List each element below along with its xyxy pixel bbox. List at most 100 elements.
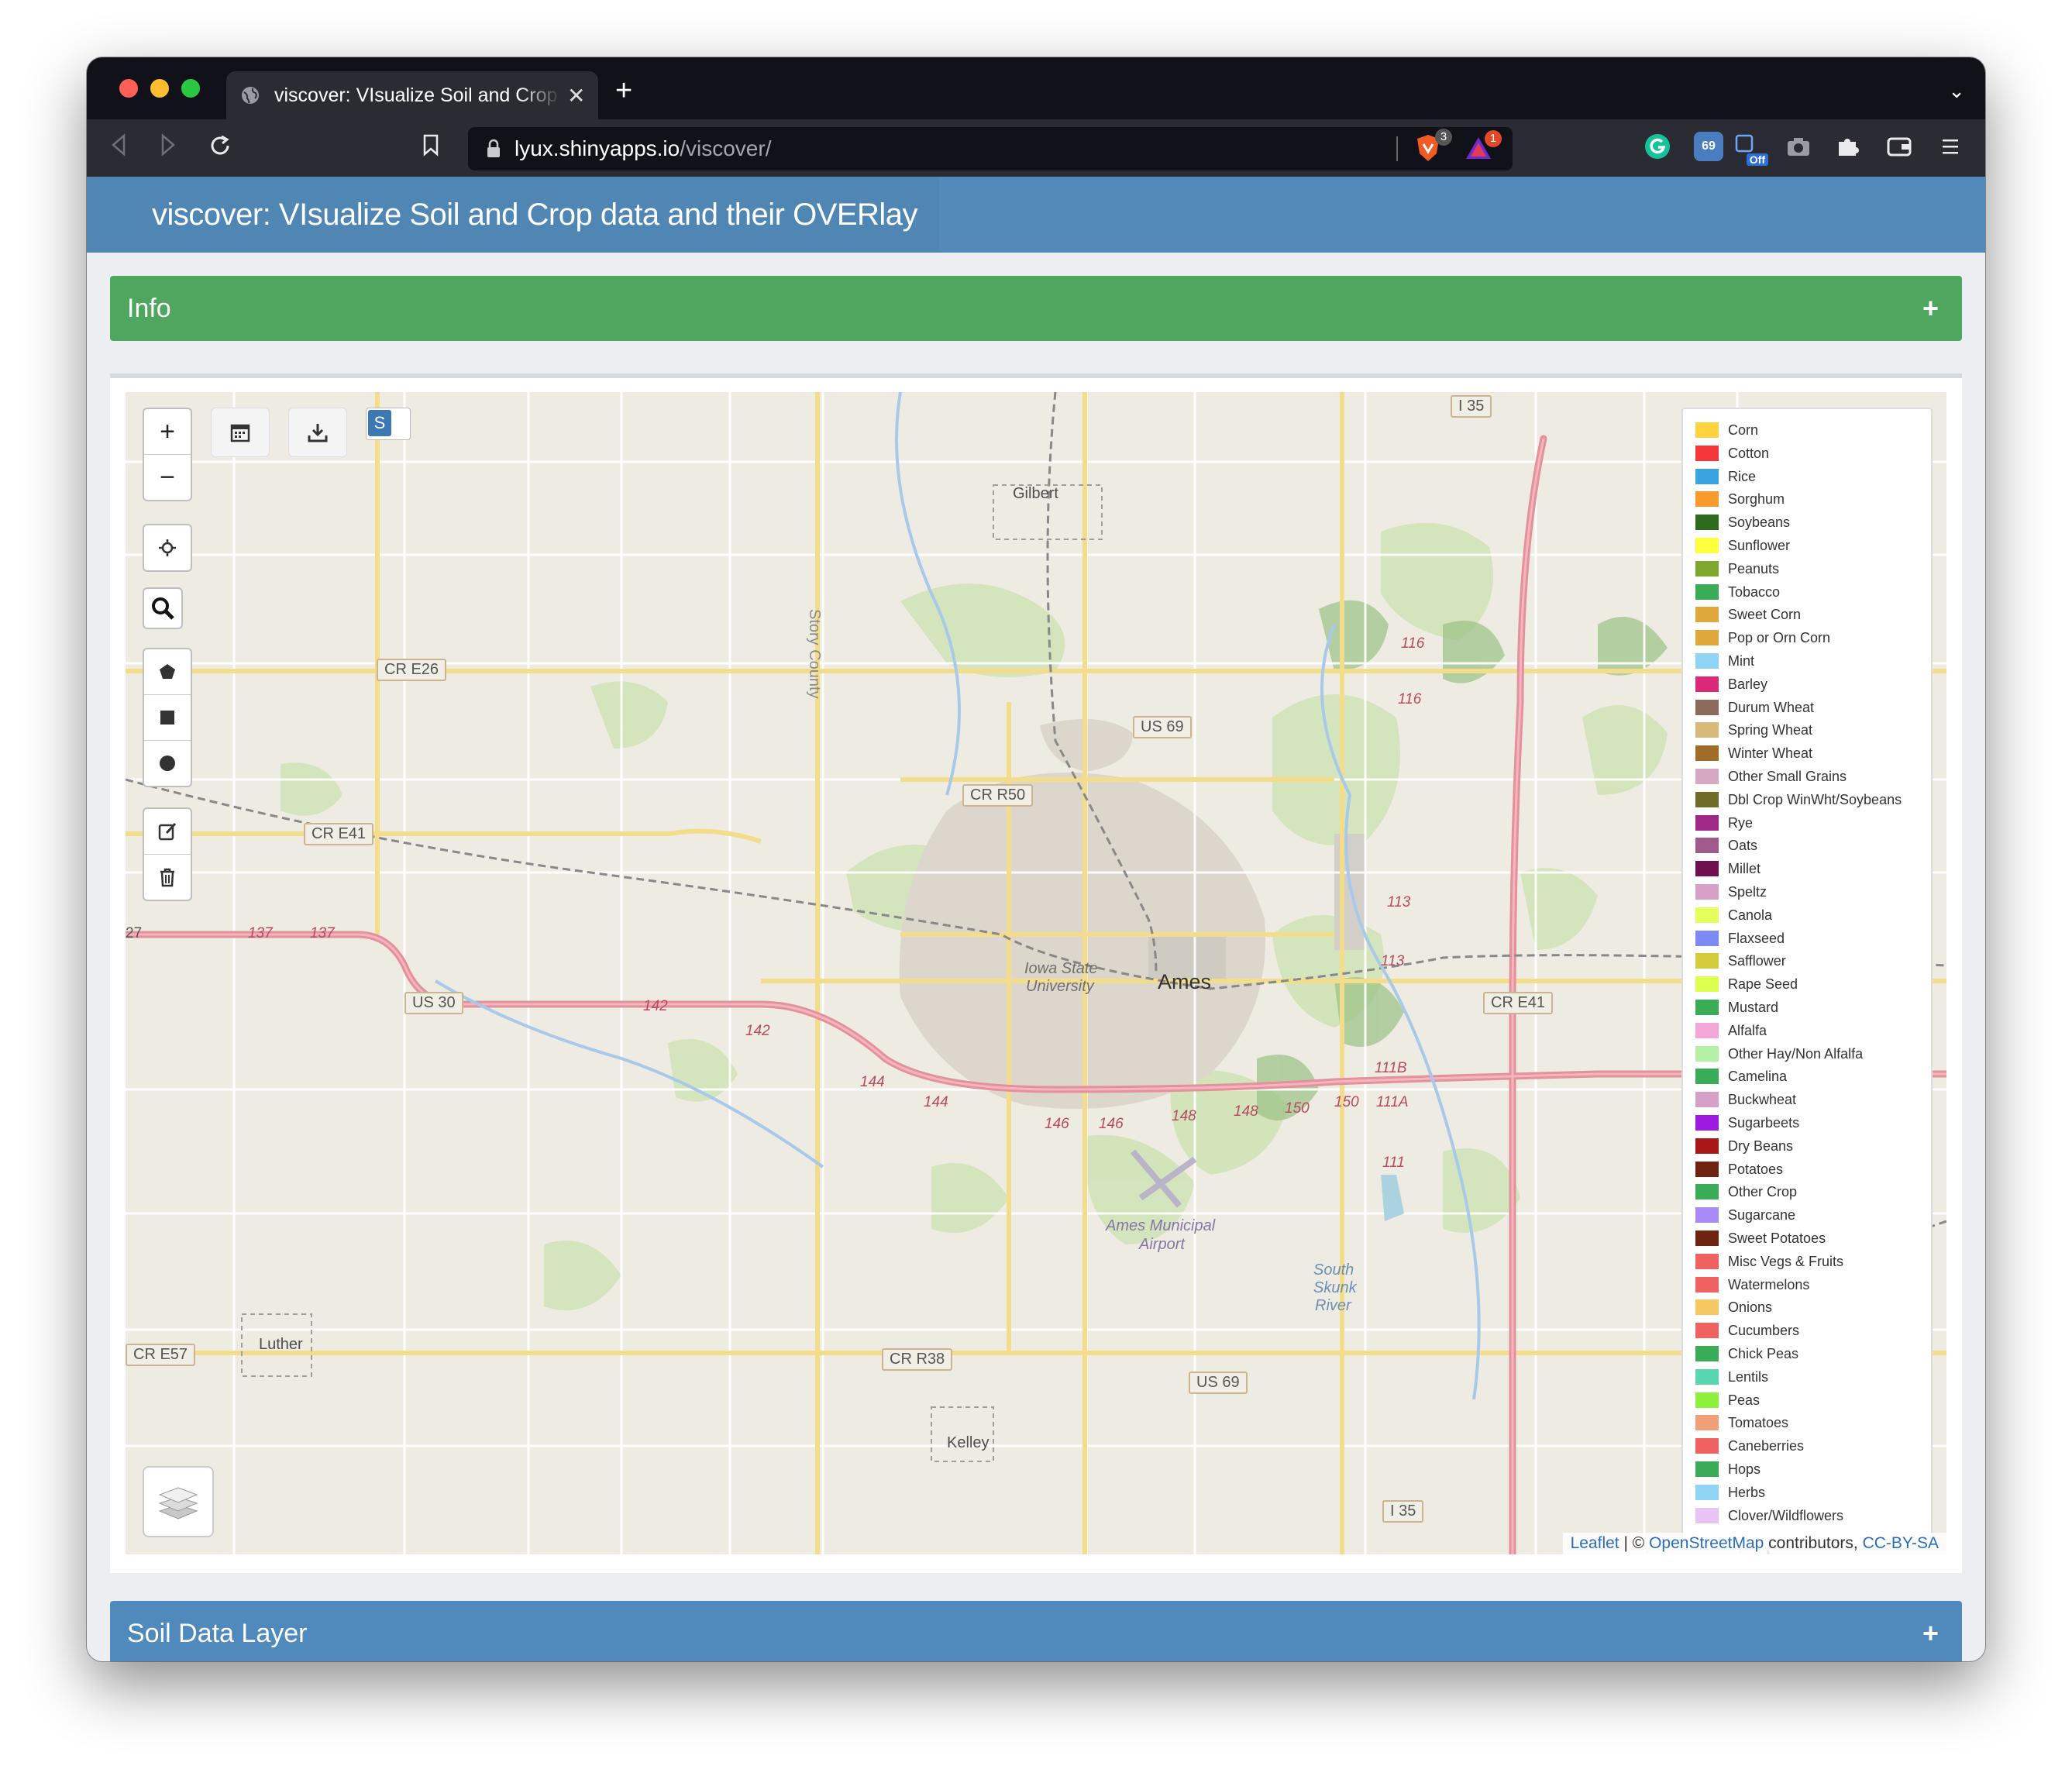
zoom-in-button[interactable]: + xyxy=(144,409,191,455)
legend-label: Sunflower xyxy=(1728,537,1791,553)
search-toggle-label: S xyxy=(368,410,391,436)
counter-extension-icon[interactable]: 69 xyxy=(1694,132,1723,161)
brave-rewards-icon[interactable]: 1 xyxy=(1465,130,1502,164)
legend-label: Corn xyxy=(1728,422,1759,438)
tab-list-chevron-icon[interactable]: ⌄ xyxy=(1948,79,1965,103)
zoom-out-button[interactable]: − xyxy=(144,455,191,500)
legend-item: Lentils xyxy=(1695,1367,1768,1387)
legend-swatch xyxy=(1695,931,1719,946)
grammarly-icon[interactable] xyxy=(1643,132,1672,161)
wallet-icon[interactable] xyxy=(1884,132,1914,161)
highway-number: 142 xyxy=(745,1023,770,1039)
search-toggle-switch[interactable]: S xyxy=(366,408,411,440)
legend-label: Watermelons xyxy=(1728,1276,1810,1292)
legend-swatch xyxy=(1695,422,1719,438)
info-expand-icon[interactable]: + xyxy=(1922,276,1939,341)
legend-item: Speltz xyxy=(1695,882,1767,902)
info-panel-header[interactable]: Info + xyxy=(110,276,1962,341)
soil-expand-icon[interactable]: + xyxy=(1922,1601,1939,1661)
legend-item: Tobacco xyxy=(1695,582,1780,602)
brave-shields-icon[interactable]: 3 xyxy=(1415,129,1452,163)
layers-control[interactable] xyxy=(143,1466,214,1537)
locate-button[interactable] xyxy=(144,525,191,570)
legend-label: Onions xyxy=(1728,1299,1773,1315)
draw-circle-button[interactable] xyxy=(144,741,191,786)
map-container[interactable]: Gilbert Ames Iowa State University Story… xyxy=(126,392,1946,1554)
legend-swatch xyxy=(1695,1046,1719,1062)
app-title[interactable]: viscover: VIsualize Soil and Crop data a… xyxy=(87,177,939,253)
legend-item: Other Hay/Non Alfalfa xyxy=(1695,1044,1863,1064)
delete-layers-button[interactable] xyxy=(144,855,191,900)
camera-icon[interactable] xyxy=(1784,132,1813,161)
forward-icon[interactable] xyxy=(160,133,177,163)
leaflet-link[interactable]: Leaflet xyxy=(1571,1534,1619,1552)
legend-label: Alfalfa xyxy=(1728,1022,1767,1038)
legend-swatch xyxy=(1695,1415,1719,1430)
calendar-button[interactable] xyxy=(211,408,270,457)
legend-label: Durum Wheat xyxy=(1728,699,1815,715)
reload-icon[interactable] xyxy=(208,133,232,165)
highway-number: 116 xyxy=(1401,635,1425,652)
legend-item: Tomatoes xyxy=(1695,1413,1788,1433)
download-button[interactable] xyxy=(288,408,347,457)
new-tab-button[interactable]: + xyxy=(615,74,632,108)
legend-label: Sugarbeets xyxy=(1728,1114,1800,1131)
draw-rectangle-button[interactable] xyxy=(144,695,191,741)
legend-label: Sugarcane xyxy=(1728,1206,1796,1223)
legend-item: Chick Peas xyxy=(1695,1344,1798,1364)
close-tab-icon[interactable]: ✕ xyxy=(567,83,585,108)
legend-label: Safflower xyxy=(1728,952,1786,969)
legend-item: Other Small Grains xyxy=(1695,766,1847,786)
bookmark-icon[interactable] xyxy=(422,133,440,163)
legend-swatch xyxy=(1695,538,1719,553)
place-label: Story County xyxy=(806,609,823,699)
legend-item: Durum Wheat xyxy=(1695,697,1814,718)
browser-tab[interactable]: viscover: VIsualize Soil and Crop data a… xyxy=(226,71,598,119)
search-control[interactable] xyxy=(143,587,183,629)
license-link[interactable]: CC-BY-SA xyxy=(1863,1534,1939,1552)
map-attribution: Leaflet | © OpenStreetMap contributors, … xyxy=(1562,1533,1946,1554)
legend-item: Sweet Corn xyxy=(1695,604,1801,625)
crosshair-icon xyxy=(159,539,176,556)
osm-link[interactable]: OpenStreetMap xyxy=(1649,1534,1764,1552)
legend-label: Peas xyxy=(1728,1392,1761,1408)
rectangle-icon xyxy=(160,711,174,725)
edit-layers-button[interactable] xyxy=(144,809,191,855)
extensions-puzzle-icon[interactable] xyxy=(1833,132,1863,161)
highway-number: 150 xyxy=(1334,1094,1359,1110)
soil-panel-header[interactable]: Soil Data Layer + xyxy=(110,1601,1962,1661)
legend-swatch xyxy=(1695,792,1719,807)
address-bar[interactable]: lyux.shinyapps.io/viscover/ 3 1 xyxy=(468,127,1513,170)
legend-swatch xyxy=(1695,1162,1719,1177)
attribution-separator: | © xyxy=(1619,1534,1650,1552)
draw-polygon-button[interactable] xyxy=(144,649,191,695)
highway-number: 146 xyxy=(1099,1116,1124,1132)
back-icon[interactable] xyxy=(110,133,127,163)
download-icon xyxy=(308,424,328,442)
legend-label: Dbl Crop WinWht/Soybeans xyxy=(1728,791,1902,807)
legend-item: Cucumbers xyxy=(1695,1320,1799,1341)
menu-icon[interactable] xyxy=(1936,132,1965,161)
highway-number: 113 xyxy=(1381,953,1405,969)
legend-label: Rye xyxy=(1728,814,1754,831)
legend-item: Barley xyxy=(1695,674,1767,694)
road-shield: CR E41 xyxy=(1483,992,1554,1014)
maximize-window-button[interactable] xyxy=(181,79,200,98)
highway-number: 142 xyxy=(643,998,668,1014)
road-shield: CR R50 xyxy=(962,784,1034,807)
legend-item: Soybeans xyxy=(1695,512,1790,532)
legend-label: Flaxseed xyxy=(1728,930,1785,946)
legend-swatch xyxy=(1695,1230,1719,1246)
legend-label: Chick Peas xyxy=(1728,1345,1799,1361)
legend-item: Sunflower xyxy=(1695,535,1790,556)
locate-control xyxy=(143,524,192,572)
minimize-window-button[interactable] xyxy=(150,79,169,98)
road-shield: I 35 xyxy=(1382,1500,1424,1523)
legend-swatch xyxy=(1695,676,1719,692)
translate-extension-icon[interactable]: Off xyxy=(1733,132,1768,166)
legend-label: Hops xyxy=(1728,1461,1761,1477)
close-window-button[interactable] xyxy=(119,79,138,98)
highway-number: 150 xyxy=(1285,1100,1310,1117)
place-label: Skunk xyxy=(1313,1279,1357,1296)
place-label: Ames Municipal xyxy=(1106,1217,1216,1234)
